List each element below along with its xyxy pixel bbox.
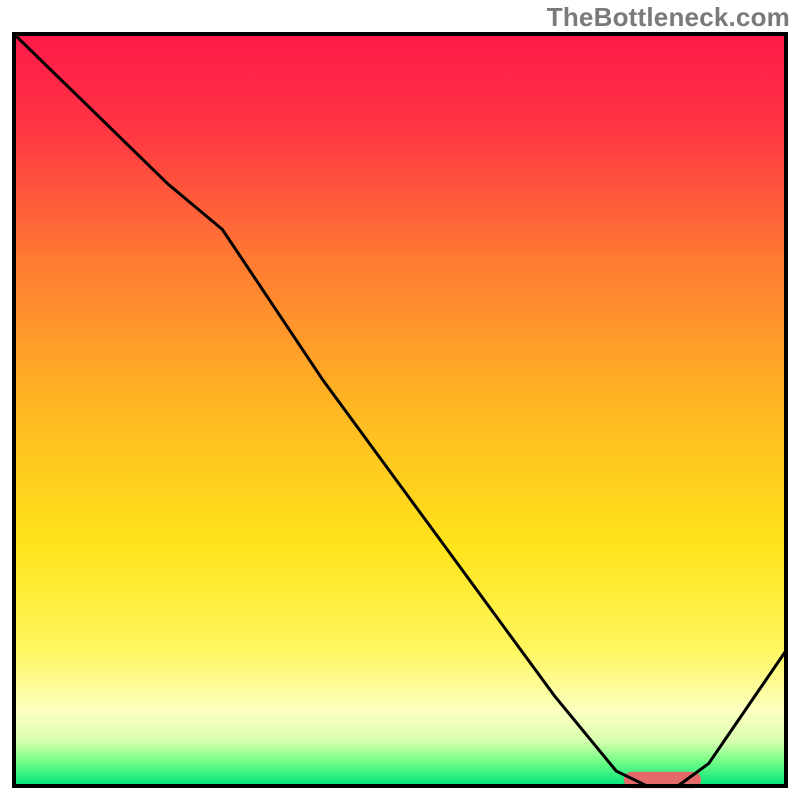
chart-svg [0, 0, 800, 800]
chart-root: TheBottleneck.com [0, 0, 800, 800]
watermark-text: TheBottleneck.com [547, 2, 790, 33]
